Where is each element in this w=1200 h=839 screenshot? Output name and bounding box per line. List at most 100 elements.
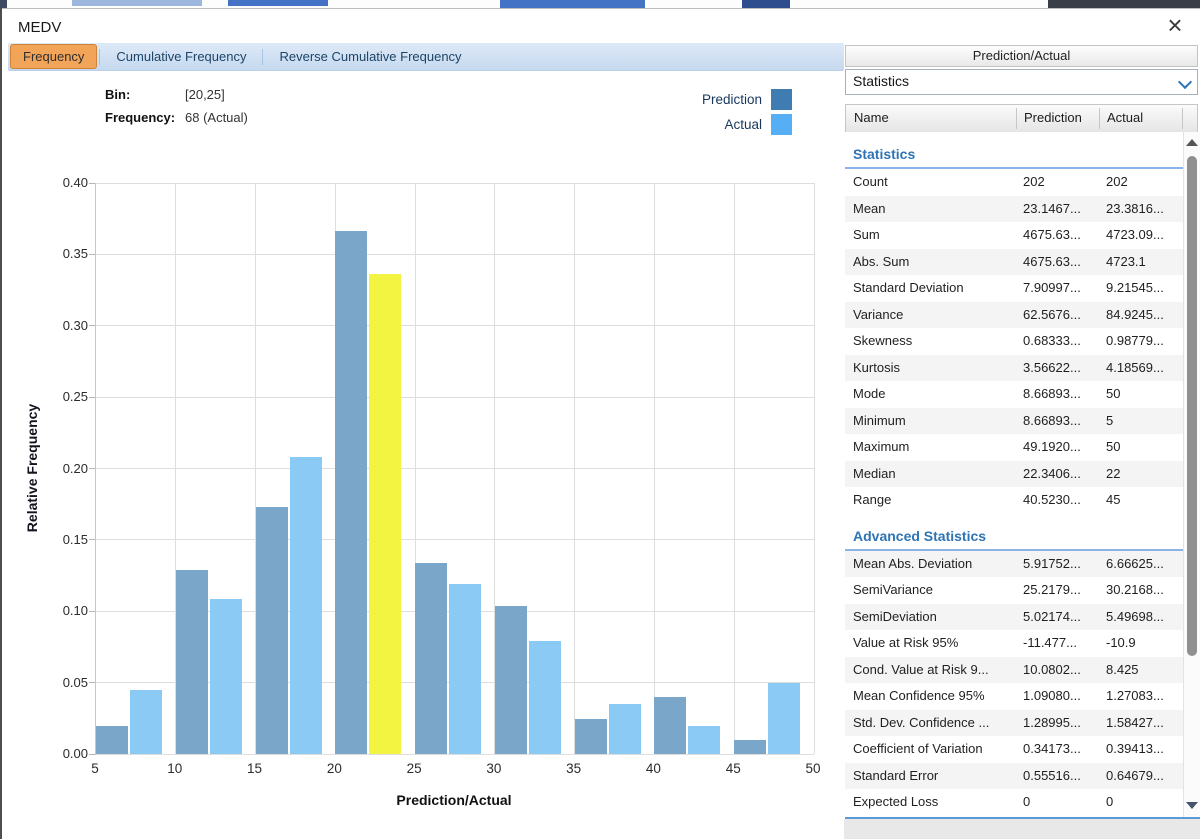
tab-cumulative-frequency[interactable]: Cumulative Frequency <box>102 44 260 69</box>
stat-name: Maximum <box>853 439 1015 454</box>
bar-actual-bin-6[interactable] <box>609 704 641 754</box>
y-tick-mark <box>89 397 95 398</box>
scroll-up-icon[interactable] <box>1186 139 1198 146</box>
bar-prediction-bin-6[interactable] <box>575 719 607 754</box>
bar-actual-bin-3[interactable] <box>369 274 401 754</box>
bar-prediction-bin-0[interactable] <box>96 726 128 754</box>
table-scrollbar <box>1183 132 1200 817</box>
chevron-down-icon <box>1178 75 1192 89</box>
table-row-abs-sum[interactable]: Abs. Sum4675.63...4723.1 <box>845 249 1183 276</box>
bar-actual-bin-1[interactable] <box>210 599 242 754</box>
section-title-advanced-statistics: Advanced Statistics <box>845 525 1183 551</box>
stat-name: Mode <box>853 386 1015 401</box>
x-tick-label: 20 <box>314 761 354 776</box>
statistics-dropdown[interactable]: Statistics <box>845 69 1198 95</box>
background-fragment <box>500 0 645 8</box>
table-row-count[interactable]: Count202202 <box>845 169 1183 196</box>
scroll-down-icon[interactable] <box>1186 802 1198 809</box>
bar-actual-bin-5[interactable] <box>529 641 561 754</box>
background-fragment <box>0 0 7 8</box>
bar-prediction-bin-3[interactable] <box>335 231 367 754</box>
table-row-value-at-risk-95[interactable]: Value at Risk 95%-11.477...-10.9 <box>845 630 1183 657</box>
stat-name: Value at Risk 95% <box>853 635 1015 650</box>
table-row-range[interactable]: Range40.5230...45 <box>845 487 1183 514</box>
stat-name: Kurtosis <box>853 360 1015 375</box>
bar-prediction-bin-4[interactable] <box>415 563 447 754</box>
bar-actual-bin-4[interactable] <box>449 584 481 754</box>
close-icon[interactable]: × <box>1160 9 1190 41</box>
gridline-horizontal <box>96 254 814 255</box>
prediction-value: 25.2179... <box>1023 582 1101 597</box>
prediction-value: 23.1467... <box>1023 201 1101 216</box>
bar-actual-bin-7[interactable] <box>688 726 720 754</box>
stat-name: Cond. Value at Risk 9... <box>853 662 1015 677</box>
bar-actual-bin-2[interactable] <box>290 457 322 754</box>
bar-prediction-bin-2[interactable] <box>256 507 288 754</box>
stat-name: SemiDeviation <box>853 609 1015 624</box>
actual-value: 0.98779... <box>1106 333 1178 348</box>
bar-actual-bin-0[interactable] <box>130 690 162 754</box>
table-row-semideviation[interactable]: SemiDeviation5.02174...5.49698... <box>845 604 1183 631</box>
table-row-expected-loss[interactable]: Expected Loss00 <box>845 789 1183 816</box>
table-row-minimum[interactable]: Minimum8.66893...5 <box>845 408 1183 435</box>
x-tick-label: 45 <box>713 761 753 776</box>
background-fragment <box>1048 0 1200 8</box>
table-row-variance[interactable]: Variance62.5676...84.9245... <box>845 302 1183 329</box>
column-header-actual[interactable]: Actual <box>1107 110 1143 125</box>
tab-separator <box>99 49 100 65</box>
prediction-value: -11.477... <box>1023 635 1101 650</box>
gridline-vertical <box>654 183 655 754</box>
table-row-skewness[interactable]: Skewness0.68333...0.98779... <box>845 328 1183 355</box>
prediction-value: 8.66893... <box>1023 386 1101 401</box>
bin-label: Bin: <box>105 87 130 102</box>
actual-value: 30.2168... <box>1106 582 1178 597</box>
y-tick-mark <box>89 682 95 683</box>
tab-reverse-cumulative-frequency[interactable]: Reverse Cumulative Frequency <box>265 44 475 69</box>
bar-actual-bin-8[interactable] <box>768 683 800 754</box>
table-row-cond-value-at-risk-9[interactable]: Cond. Value at Risk 9...10.0802...8.425 <box>845 657 1183 684</box>
actual-value: 1.27083... <box>1106 688 1178 703</box>
actual-value: 45 <box>1106 492 1178 507</box>
table-row-sum[interactable]: Sum4675.63...4723.09... <box>845 222 1183 249</box>
prediction-value: 0.55516... <box>1023 768 1101 783</box>
table-row-semivariance[interactable]: SemiVariance25.2179...30.2168... <box>845 577 1183 604</box>
table-row-coefficient-of-variation[interactable]: Coefficient of Variation0.34173...0.3941… <box>845 736 1183 763</box>
actual-value: 1.58427... <box>1106 715 1178 730</box>
prediction-value: 1.09080... <box>1023 688 1101 703</box>
table-row-median[interactable]: Median22.3406...22 <box>845 461 1183 488</box>
bar-prediction-bin-1[interactable] <box>176 570 208 754</box>
actual-value: 84.9245... <box>1106 307 1178 322</box>
legend-item-prediction: Prediction <box>602 87 792 112</box>
table-row-maximum[interactable]: Maximum49.1920...50 <box>845 434 1183 461</box>
tab-frequency[interactable]: Frequency <box>10 44 97 69</box>
column-header-prediction[interactable]: Prediction <box>1024 110 1082 125</box>
x-tick-label: 15 <box>235 761 275 776</box>
dropdown-button[interactable] <box>1175 70 1197 94</box>
gridline-horizontal <box>96 325 814 326</box>
table-row-mean[interactable]: Mean23.1467...23.3816... <box>845 196 1183 223</box>
table-row-kurtosis[interactable]: Kurtosis3.56622...4.18569... <box>845 355 1183 382</box>
column-header-name[interactable]: Name <box>854 110 889 125</box>
y-tick-label: 0.25 <box>40 388 88 406</box>
bar-prediction-bin-7[interactable] <box>654 697 686 754</box>
table-row-standard-deviation[interactable]: Standard Deviation7.90997...9.21545... <box>845 275 1183 302</box>
y-tick-label: 0.35 <box>40 245 88 263</box>
actual-value: 0.64679... <box>1106 768 1178 783</box>
histogram-plot <box>95 183 814 755</box>
scrollbar-thumb[interactable] <box>1187 156 1197 656</box>
bar-prediction-bin-8[interactable] <box>734 740 766 754</box>
x-tick-label: 25 <box>394 761 434 776</box>
table-row-mean-abs-deviation[interactable]: Mean Abs. Deviation5.91752...6.66625... <box>845 551 1183 578</box>
table-row-mean-confidence-95[interactable]: Mean Confidence 95%1.09080...1.27083... <box>845 683 1183 710</box>
gridline-horizontal <box>96 397 814 398</box>
table-row-standard-error[interactable]: Standard Error0.55516...0.64679... <box>845 763 1183 790</box>
statistics-table: StatisticsCount202202Mean23.1467...23.38… <box>845 132 1183 817</box>
y-tick-label: 0.20 <box>40 460 88 478</box>
table-row-std-dev-confidence[interactable]: Std. Dev. Confidence ...1.28995...1.5842… <box>845 710 1183 737</box>
y-tick-mark <box>89 539 95 540</box>
bar-prediction-bin-5[interactable] <box>495 606 527 754</box>
x-tick-label: 30 <box>474 761 514 776</box>
stat-name: Skewness <box>853 333 1015 348</box>
table-row-mode[interactable]: Mode8.66893...50 <box>845 381 1183 408</box>
prediction-value: 4675.63... <box>1023 254 1101 269</box>
